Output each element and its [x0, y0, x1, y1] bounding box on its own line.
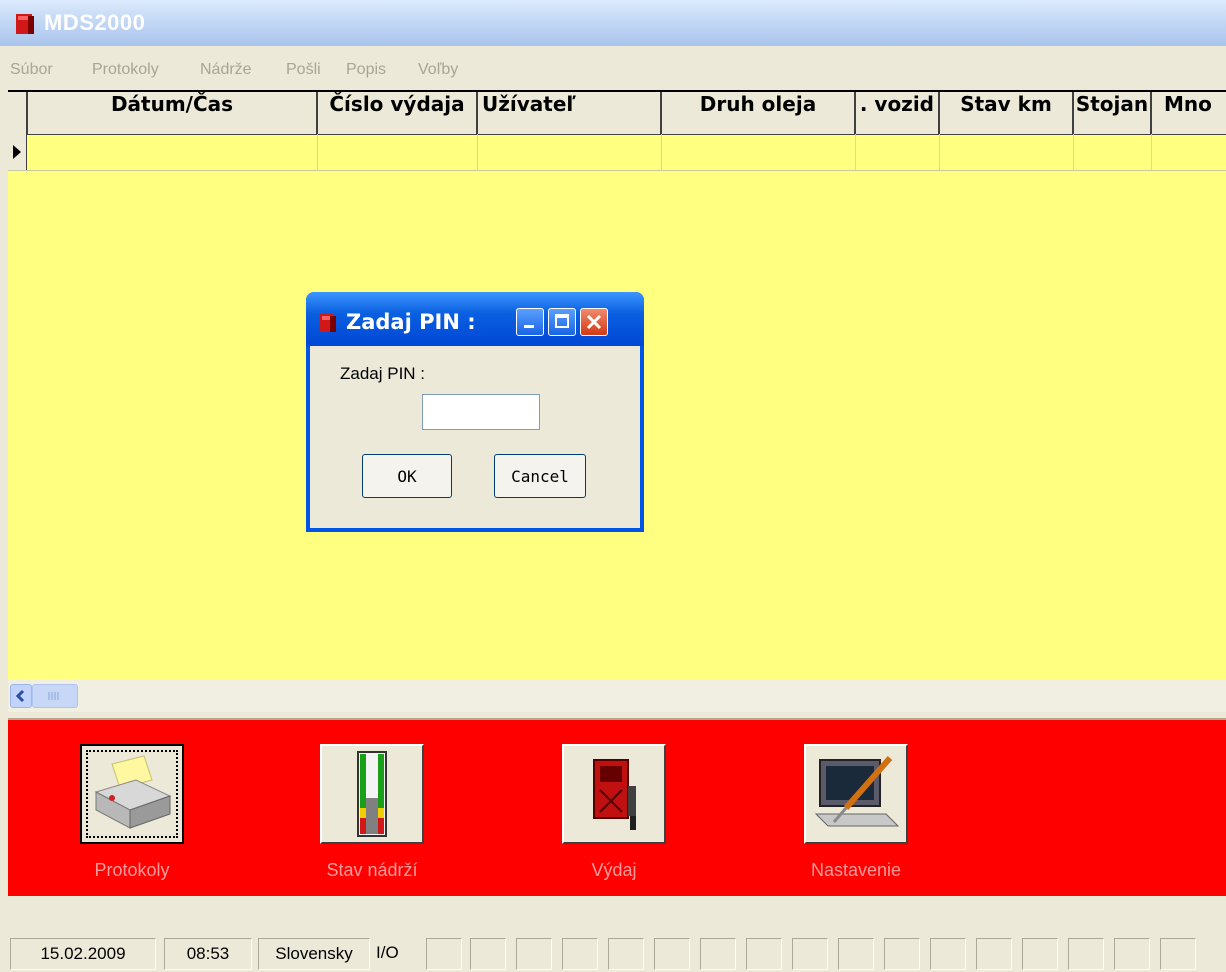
header-stand[interactable]: Stojan	[1074, 92, 1152, 134]
app-icon	[16, 14, 34, 34]
header-user[interactable]: Užívateľ	[478, 92, 662, 134]
tank-status-label: Stav nádrží	[326, 860, 418, 880]
cell-amount[interactable]	[1152, 134, 1226, 170]
dialog-title: Zadaj PIN :	[346, 310, 476, 334]
status-panel	[884, 938, 920, 970]
header-odometer[interactable]: Stav km	[940, 92, 1074, 134]
pin-label: Zadaj PIN :	[340, 364, 426, 383]
status-panel	[1068, 938, 1104, 970]
status-panel	[1114, 938, 1150, 970]
menu-options[interactable]: Voľby	[418, 61, 458, 79]
status-bar: 15.02.2009 08:53 Slovensky I/O	[0, 936, 1226, 972]
cell-datetime[interactable]	[26, 134, 318, 170]
status-panel	[1160, 938, 1196, 970]
header-issue-number[interactable]: Číslo výdaja	[318, 92, 478, 134]
status-panel	[562, 938, 598, 970]
dialog-title-bar[interactable]: Zadaj PIN :	[306, 292, 644, 346]
status-panel	[792, 938, 828, 970]
cell-vehicle[interactable]	[856, 134, 940, 170]
tank-level-icon	[357, 751, 387, 837]
minimize-icon	[524, 325, 534, 328]
dispense-button[interactable]	[562, 744, 666, 844]
protocols-label: Protokoly	[94, 860, 170, 880]
fuel-pump-icon	[593, 759, 636, 830]
header-oil-type[interactable]: Druh oleja	[662, 92, 856, 134]
row-pointer-icon	[13, 145, 21, 159]
scroll-left-button[interactable]	[10, 684, 32, 708]
app-title: MDS2000	[44, 10, 146, 35]
menu-send[interactable]: Pošli	[286, 61, 321, 79]
pin-dialog: Zadaj PIN : Zadaj PIN : OK Cancel	[306, 292, 644, 532]
printer-icon	[94, 755, 172, 829]
menu-description[interactable]: Popis	[346, 61, 386, 79]
dialog-body: Zadaj PIN : OK Cancel	[310, 346, 640, 528]
status-panel	[746, 938, 782, 970]
scroll-thumb[interactable]	[32, 684, 78, 708]
horizontal-scrollbar[interactable]	[8, 680, 1226, 712]
status-panel	[516, 938, 552, 970]
settings-label: Nastavenie	[810, 860, 902, 880]
tank-status-button[interactable]	[320, 744, 424, 844]
status-panel	[700, 938, 736, 970]
status-panel	[930, 938, 966, 970]
menu-tanks[interactable]: Nádrže	[200, 61, 252, 79]
app-title-bar: MDS2000	[0, 0, 1226, 46]
header-amount[interactable]: Mno	[1152, 92, 1226, 134]
cancel-button[interactable]: Cancel	[494, 454, 586, 498]
menu-file[interactable]: Súbor	[10, 61, 53, 79]
menu-bar: Súbor Protokoly Nádrže Pošli Popis Voľby	[0, 52, 1226, 88]
app-icon	[320, 314, 336, 332]
cell-user[interactable]	[478, 134, 662, 170]
ok-button[interactable]: OK	[362, 454, 452, 498]
close-button[interactable]	[580, 308, 608, 336]
status-panel	[426, 938, 462, 970]
settings-button[interactable]	[804, 744, 908, 844]
pin-input[interactable]	[422, 394, 540, 430]
protocols-button[interactable]	[80, 744, 184, 844]
status-date: 15.02.2009	[10, 938, 156, 970]
grid-header: Dátum/Čas Číslo výdaja Užívateľ Druh ole…	[8, 90, 1226, 135]
main-toolbar: Protokoly Stav nádrží Výdaj Nastavenie	[8, 718, 1226, 896]
cell-issue-number[interactable]	[318, 134, 478, 170]
status-panel	[654, 938, 690, 970]
status-panel	[976, 938, 1012, 970]
status-panel	[838, 938, 874, 970]
cell-oil-type[interactable]	[662, 134, 856, 170]
header-datetime[interactable]: Dátum/Čas	[28, 92, 318, 134]
row-indicator	[8, 134, 27, 170]
menu-protocols[interactable]: Protokoly	[92, 61, 159, 79]
dispense-label: Výdaj	[591, 860, 637, 880]
status-language: Slovensky	[258, 938, 370, 970]
header-corner	[8, 92, 28, 134]
computer-settings-icon	[814, 756, 900, 827]
status-io: I/O	[376, 943, 399, 962]
close-icon	[586, 314, 602, 330]
maximize-button[interactable]	[548, 308, 576, 336]
table-row[interactable]	[8, 134, 1226, 171]
grip-icon	[48, 692, 59, 700]
header-vehicle[interactable]: . vozid	[856, 92, 940, 134]
status-panel	[608, 938, 644, 970]
status-panel	[1022, 938, 1058, 970]
maximize-icon	[555, 314, 569, 328]
status-time: 08:53	[164, 938, 252, 970]
cell-stand[interactable]	[1074, 134, 1152, 170]
chevron-left-icon	[15, 689, 25, 703]
cell-odometer[interactable]	[940, 134, 1074, 170]
minimize-button[interactable]	[516, 308, 544, 336]
status-panel	[470, 938, 506, 970]
